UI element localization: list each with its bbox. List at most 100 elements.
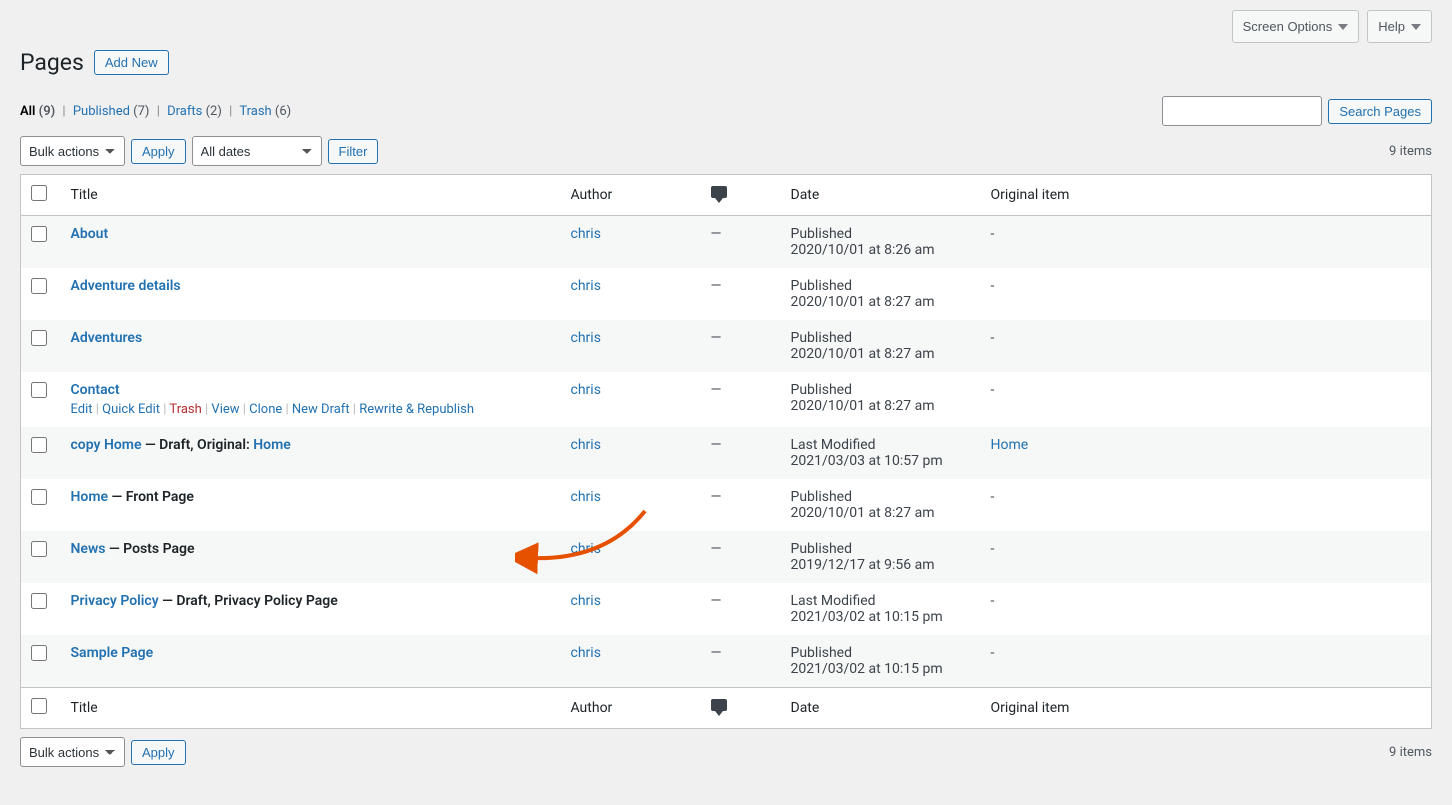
row-status: Published [791, 226, 971, 242]
author-link[interactable]: chris [571, 226, 601, 242]
action-view[interactable]: View [211, 402, 239, 417]
comments-cell: — [701, 583, 781, 635]
screen-options-label: Screen Options [1243, 15, 1333, 38]
help-button[interactable]: Help [1367, 10, 1432, 43]
row-checkbox[interactable] [31, 226, 47, 242]
col-header-title[interactable]: Title [61, 175, 561, 216]
action-new-draft[interactable]: New Draft [292, 402, 350, 417]
select-all-checkbox[interactable] [31, 185, 47, 201]
page-title-link[interactable]: Privacy Policy [71, 593, 159, 609]
page-title-link[interactable]: About [71, 226, 109, 242]
status-filter-tabs: All (9) | Published (7) | Drafts (2) | T… [20, 104, 291, 119]
table-row: Adventureschris—Published2020/10/01 at 8… [21, 320, 1432, 372]
col-footer-author: Author [561, 688, 701, 729]
action-trash[interactable]: Trash [169, 402, 201, 417]
author-link[interactable]: chris [571, 382, 601, 398]
comments-cell: — [701, 531, 781, 583]
row-status: Published [791, 330, 971, 346]
tab-published[interactable]: Published (7) [73, 104, 153, 119]
apply-button-bottom[interactable]: Apply [131, 740, 186, 765]
page-state-suffix: — Draft, Original: [141, 437, 253, 453]
col-header-original: Original item [981, 175, 1432, 216]
table-row: Adventure detailschris—Published2020/10/… [21, 268, 1432, 320]
row-status: Published [791, 541, 971, 557]
caret-down-icon [1411, 24, 1421, 30]
items-count-bottom: 9 items [1389, 745, 1432, 760]
row-checkbox[interactable] [31, 645, 47, 661]
tab-all[interactable]: All (9) [20, 104, 58, 119]
comments-cell: — [701, 216, 781, 269]
row-checkbox[interactable] [31, 489, 47, 505]
comments-cell: — [701, 320, 781, 372]
row-checkbox[interactable] [31, 437, 47, 453]
original-item-cell: - [981, 320, 1432, 372]
tab-drafts[interactable]: Drafts (2) [167, 104, 225, 119]
author-link[interactable]: chris [571, 489, 601, 505]
page-title-link[interactable]: Home [71, 489, 109, 505]
col-footer-comments[interactable] [701, 688, 781, 729]
table-row: copy Home — Draft, Original: Homechris—L… [21, 427, 1432, 479]
row-timestamp: 2019/12/17 at 9:56 am [791, 557, 971, 573]
row-checkbox[interactable] [31, 330, 47, 346]
search-button[interactable]: Search Pages [1328, 99, 1432, 124]
action-clone[interactable]: Clone [249, 402, 282, 417]
original-item-cell: - [981, 372, 1432, 427]
add-new-button[interactable]: Add New [94, 50, 169, 75]
row-status: Last Modified [791, 437, 971, 453]
author-link[interactable]: chris [571, 645, 601, 661]
table-row: Home — Front Pagechris—Published2020/10/… [21, 479, 1432, 531]
row-timestamp: 2020/10/01 at 8:26 am [791, 242, 971, 258]
col-header-comments[interactable] [701, 175, 781, 216]
search-input[interactable] [1162, 96, 1322, 126]
bulk-actions-select[interactable]: Bulk actions [20, 136, 125, 166]
page-title-link[interactable]: News [71, 541, 106, 557]
row-status: Published [791, 489, 971, 505]
row-timestamp: 2020/10/01 at 8:27 am [791, 505, 971, 521]
row-timestamp: 2021/03/02 at 10:15 pm [791, 609, 971, 625]
comments-cell: — [701, 479, 781, 531]
original-item-link[interactable]: Home [991, 437, 1029, 453]
row-status: Published [791, 645, 971, 661]
author-link[interactable]: chris [571, 437, 601, 453]
col-footer-date[interactable]: Date [781, 688, 981, 729]
original-item-cell: - [981, 479, 1432, 531]
date-filter-select[interactable]: All dates [192, 136, 322, 166]
page-title-link[interactable]: copy Home [71, 437, 142, 453]
apply-button[interactable]: Apply [131, 139, 186, 164]
author-link[interactable]: chris [571, 593, 601, 609]
table-row: Sample Pagechris—Published2021/03/02 at … [21, 635, 1432, 688]
help-label: Help [1378, 15, 1405, 38]
tab-trash[interactable]: Trash (6) [239, 104, 291, 119]
col-header-date[interactable]: Date [781, 175, 981, 216]
col-footer-title[interactable]: Title [61, 688, 561, 729]
table-row: ContactEdit | Quick Edit | Trash | View … [21, 372, 1432, 427]
action-edit[interactable]: Edit [71, 402, 93, 417]
pages-table: Title Author Date Original item About chr… [20, 174, 1432, 729]
author-link[interactable]: chris [571, 541, 601, 557]
row-checkbox[interactable] [31, 541, 47, 557]
filter-button[interactable]: Filter [328, 139, 379, 164]
comments-cell: — [701, 268, 781, 320]
table-row: About chris — Published2020/10/01 at 8:26 a… [21, 216, 1432, 269]
select-all-checkbox-footer[interactable] [31, 698, 47, 714]
bulk-actions-select-bottom[interactable]: Bulk actions [20, 737, 125, 767]
row-checkbox[interactable] [31, 593, 47, 609]
author-link[interactable]: chris [571, 278, 601, 294]
row-checkbox[interactable] [31, 278, 47, 294]
row-status: Published [791, 382, 971, 398]
items-count: 9 items [1389, 144, 1432, 159]
author-link[interactable]: chris [571, 330, 601, 346]
page-title-link[interactable]: Adventures [71, 330, 143, 346]
action-rewrite-republish[interactable]: Rewrite & Republish [359, 402, 474, 417]
original-inline-link[interactable]: Home [253, 437, 291, 453]
caret-down-icon [1338, 24, 1348, 30]
page-title-link[interactable]: Contact [71, 382, 120, 398]
row-checkbox[interactable] [31, 382, 47, 398]
action-quick-edit[interactable]: Quick Edit [102, 402, 160, 417]
screen-options-button[interactable]: Screen Options [1232, 10, 1360, 43]
page-title-link[interactable]: Adventure details [71, 278, 181, 294]
row-timestamp: 2020/10/01 at 8:27 am [791, 294, 971, 310]
comments-cell: — [701, 635, 781, 688]
comment-icon [711, 186, 727, 200]
page-title-link[interactable]: Sample Page [71, 645, 154, 661]
